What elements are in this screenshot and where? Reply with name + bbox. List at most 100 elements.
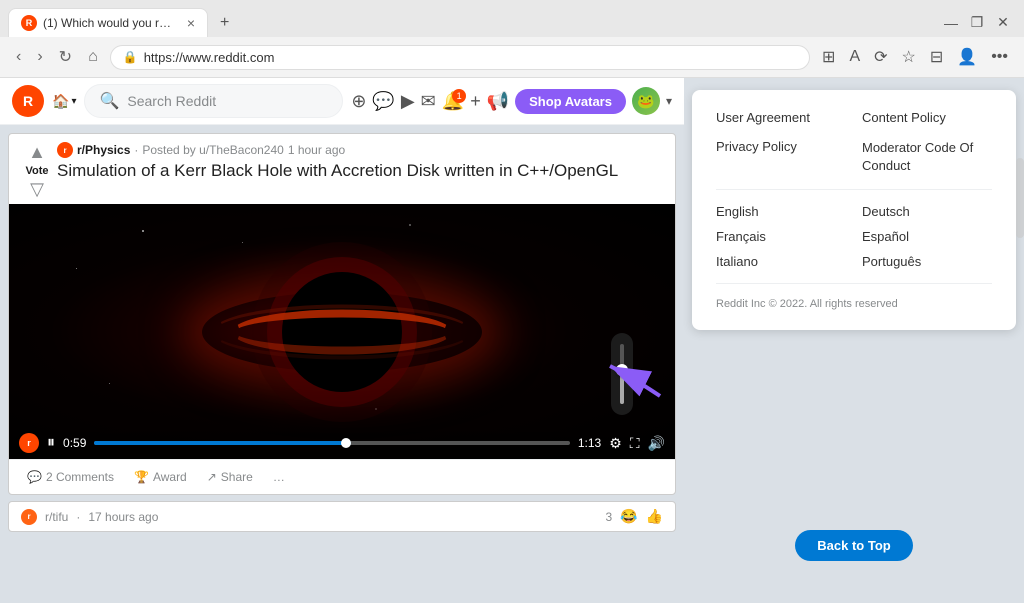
progress-fill [94,441,351,445]
downvote-button[interactable]: ▽ [30,179,44,200]
avatar-dropdown-arrow[interactable]: ▾ [666,94,672,108]
reddit-header: R 🏠 ⌂ ▾ 🔍 Search Reddit ⊕ 💬 ▶ ✉ 🔔 1 + [0,78,684,125]
video-icon[interactable]: ▶ [401,91,415,112]
collections-icon[interactable]: ⊟ [926,43,947,71]
progress-thumb[interactable] [341,438,351,448]
separator: · [134,143,138,157]
chat-icon[interactable]: 💬 [372,91,394,112]
languages-grid: English Deutsch Français Español Italian… [716,204,992,269]
notifications-container: 🔔 1 [442,91,464,112]
lang-deutsch-link[interactable]: Deutsch [862,204,992,219]
home-nav-button[interactable]: 🏠 ⌂ ▾ [52,93,76,110]
privacy-policy-link[interactable]: Privacy Policy [716,139,846,175]
upvote-button[interactable]: ▲ [28,142,46,163]
lang-italiano-link[interactable]: Italiano [716,254,846,269]
tab-title: (1) Which would you rather? 200... [43,16,177,30]
fullscreen-icon[interactable]: ⛶ [630,435,640,452]
copyright-text: Reddit Inc © 2022. All rights reserved [716,298,992,310]
home-icon: 🏠 [52,93,69,110]
broadcast-icon[interactable]: 📢 [487,91,509,112]
post-meta: r r/Physics · Posted by u/TheBacon240 1 … [57,142,667,158]
volume-icon[interactable]: 🔊 [648,435,665,452]
reddit-video-icon: r [19,433,39,453]
share-button[interactable]: ↗ Share [201,466,259,488]
tab-favicon: R [21,15,37,31]
close-button[interactable]: ✕ [994,14,1012,32]
progress-bar[interactable] [94,441,569,445]
tifu-votes: 3 [605,510,612,524]
extensions-icon[interactable]: ⊞ [818,43,839,71]
lang-portugues-link[interactable]: Português [862,254,992,269]
home-dropdown-arrow: ▾ [71,96,76,107]
tifu-subreddit-icon: r [21,509,37,525]
arrow-pointer [590,346,670,411]
refresh-button[interactable]: ↻ [55,43,76,71]
minimize-button[interactable]: — [942,14,960,32]
moderator-code-link[interactable]: Moderator Code Of Conduct [862,139,992,175]
pause-button[interactable]: ⏸ [47,434,55,452]
address-text: https://www.reddit.com [144,50,797,65]
messaging-icon[interactable]: ✉ [421,91,436,112]
share-icon: ↗ [207,470,217,484]
new-tab-button[interactable]: + [212,10,237,36]
back-button[interactable]: ‹ [12,44,25,70]
links-grid: User Agreement Content Policy Privacy Po… [716,110,992,175]
browser-toolbar: ⊞ A ⟳ ☆ ⊟ 👤 ••• [818,43,1012,71]
avatar[interactable]: 🐸 [632,87,660,115]
back-to-top-container: Back to Top [692,330,1016,561]
account-icon[interactable]: 👤 [953,43,981,71]
home-button[interactable]: ⌂ [84,44,102,70]
lang-english-link[interactable]: English [716,204,846,219]
award-icon: 🏆 [134,470,149,484]
subreddit-name[interactable]: r/Physics [77,143,130,157]
add-post-icon[interactable]: + [470,91,481,112]
tifu-subreddit-name[interactable]: r/tifu [45,510,68,524]
next-post-card: r r/tifu · 17 hours ago 3 😂 👍 [8,501,676,532]
comments-button[interactable]: 💬 2 Comments [21,466,120,488]
award-button[interactable]: 🏆 Award [128,466,193,488]
tifu-time: 17 hours ago [88,510,158,524]
video-player[interactable]: r ⏸ 0:59 1:13 ⚙ ⛶ 🔊 [9,204,675,459]
forward-button[interactable]: › [33,44,46,70]
lang-espanol-link[interactable]: Español [862,229,992,244]
window-controls: — ❐ ✕ [942,14,1016,32]
lang-francais-link[interactable]: Français [716,229,846,244]
shop-avatars-button[interactable]: Shop Avatars [515,89,626,114]
tab-close-button[interactable]: × [187,15,195,31]
reddit-logo[interactable]: R [12,85,44,117]
address-bar[interactable]: 🔒 https://www.reddit.com [110,45,810,70]
posted-by: Posted by u/TheBacon240 [142,143,283,157]
divider [716,189,992,190]
favorites-icon[interactable]: ☆ [898,43,920,71]
post-card: ▲ Vote ▽ r r/Physics · Posted by u/TheBa… [8,133,676,495]
restore-button[interactable]: ❐ [968,14,986,32]
dropdown-menu: User Agreement Content Policy Privacy Po… [692,90,1016,330]
more-tools-button[interactable]: ••• [987,44,1012,70]
current-time: 0:59 [63,436,86,450]
user-agreement-link[interactable]: User Agreement [716,110,846,125]
subreddit-icon: r [57,142,73,158]
search-placeholder: Search Reddit [127,93,216,109]
time-ago: 1 hour ago [288,143,345,157]
more-options-button[interactable]: … [267,466,291,488]
divider-2 [716,283,992,284]
settings-icon[interactable]: ⚙ [609,435,622,452]
post-title: Simulation of a Kerr Black Hole with Acc… [57,161,667,181]
back-to-top-button[interactable]: Back to Top [795,530,912,561]
content-policy-link[interactable]: Content Policy [862,110,992,125]
search-icon: 🔍 [99,91,119,111]
post-header: ▲ Vote ▽ r r/Physics · Posted by u/TheBa… [9,134,675,204]
video-controls: r ⏸ 0:59 1:13 ⚙ ⛶ 🔊 [9,425,675,459]
scrollbar[interactable] [1016,158,1024,238]
nav-bar: ‹ › ↻ ⌂ 🔒 https://www.reddit.com ⊞ A ⟳ ☆… [0,37,1024,77]
active-tab[interactable]: R (1) Which would you rather? 200... × [8,8,208,37]
comments-icon: 💬 [27,470,42,484]
notification-badge: 1 [452,89,466,103]
total-time: 1:13 [578,436,601,450]
reddit-toolbar: ⊕ 💬 ▶ ✉ 🔔 1 + 📢 Shop Avatars 🐸 ▾ [351,87,672,115]
lock-icon: 🔒 [123,50,138,64]
search-bar[interactable]: 🔍 Search Reddit [84,84,343,118]
translate-icon[interactable]: ⟳ [870,43,891,71]
reader-mode-icon[interactable]: A [845,44,864,70]
popular-icon[interactable]: ⊕ [351,91,366,112]
